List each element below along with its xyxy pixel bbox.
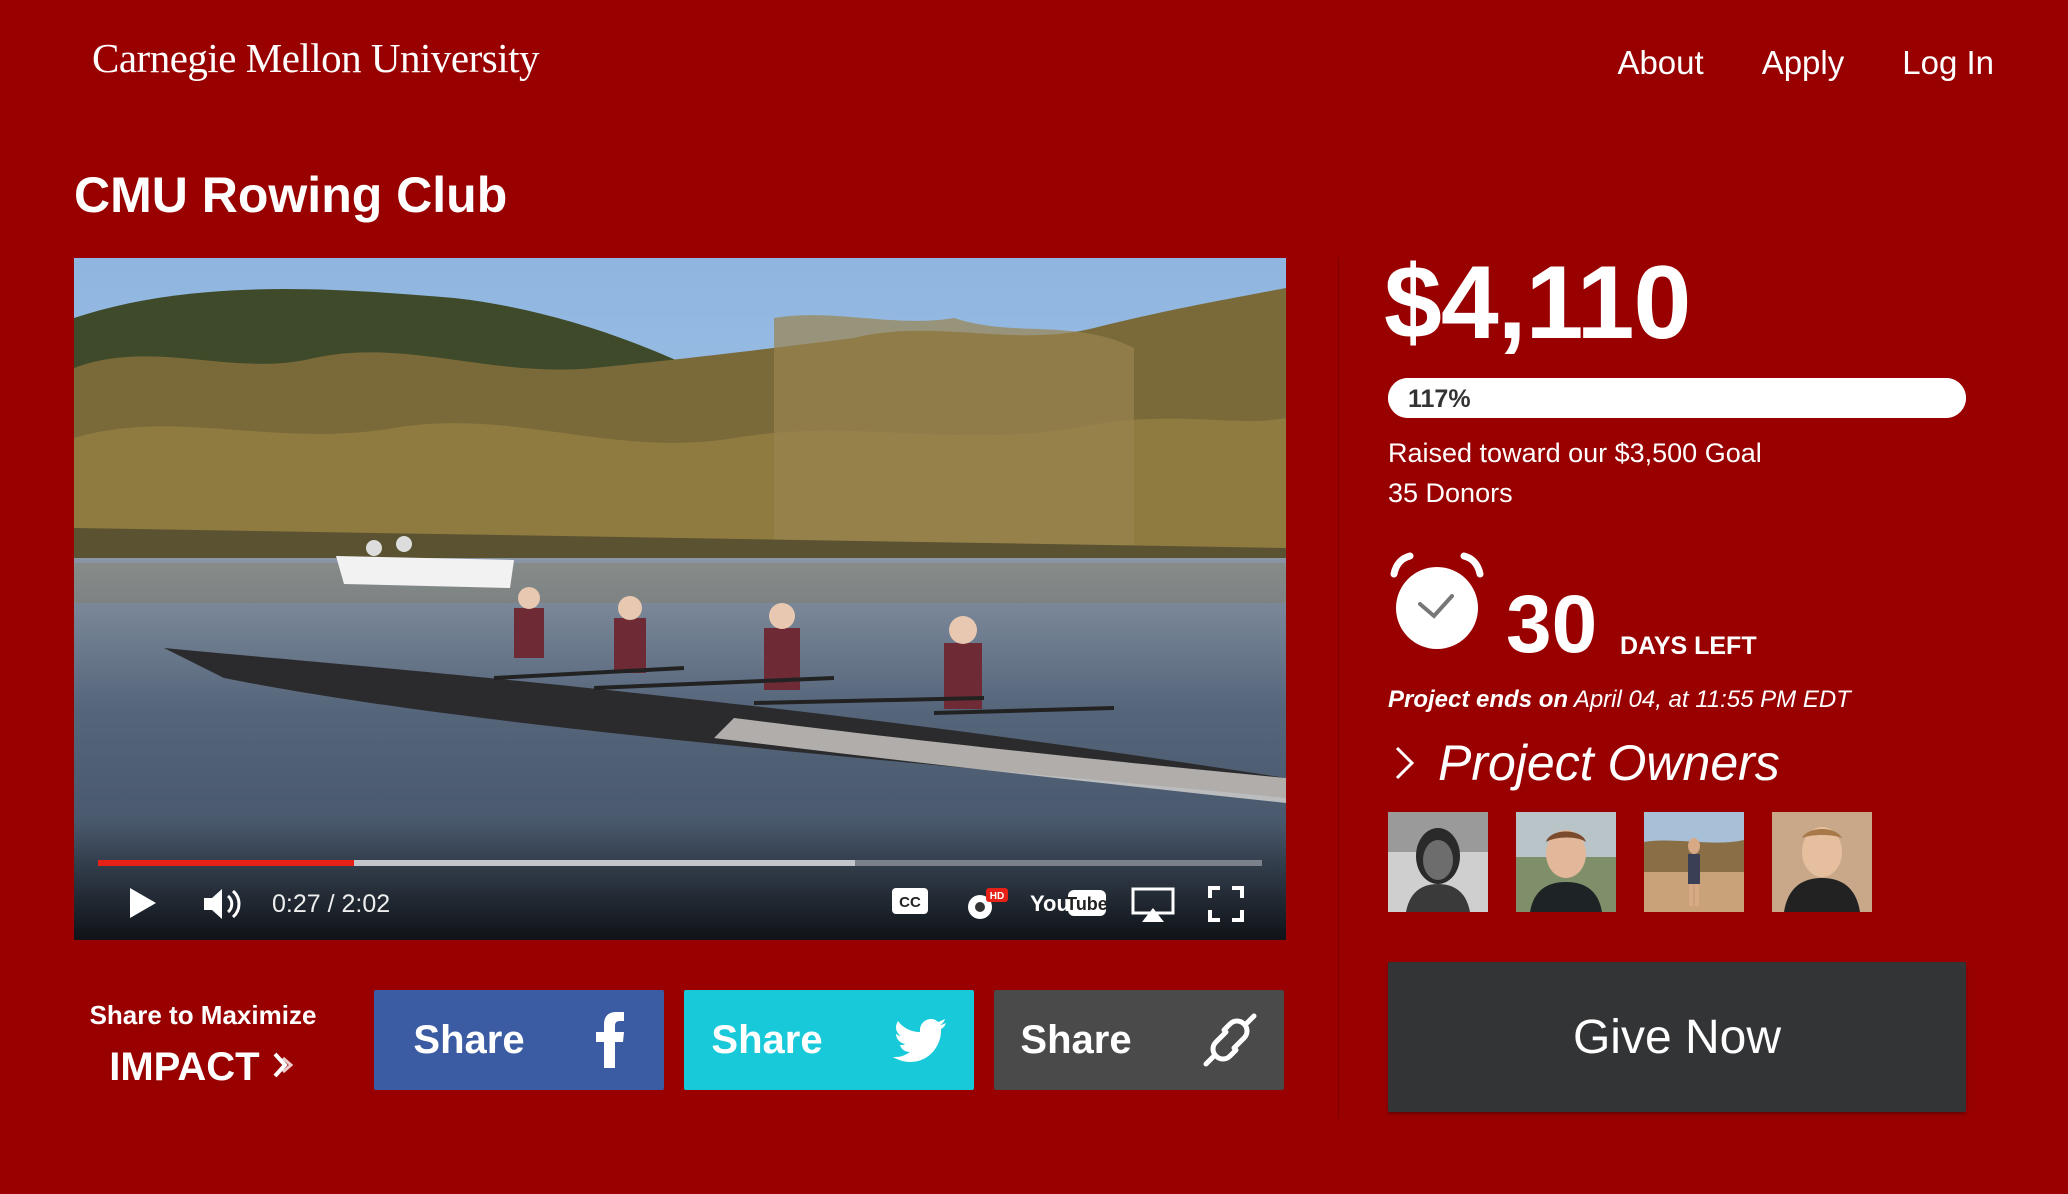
- video-controls-overlay: [74, 820, 1286, 940]
- nav-login[interactable]: Log In: [1902, 44, 1994, 82]
- project-end-value: April 04, at 11:55 PM EDT: [1573, 686, 1851, 713]
- play-icon[interactable]: [128, 886, 158, 920]
- owner-avatar[interactable]: [1388, 812, 1488, 912]
- svg-text:HD: HD: [990, 891, 1004, 902]
- owner-avatar[interactable]: [1772, 812, 1872, 912]
- share-twitter-label: Share: [711, 1017, 823, 1062]
- top-nav: About Apply Log In: [1617, 44, 1994, 82]
- project-end-label: Project ends on: [1388, 686, 1569, 713]
- share-link-label: Share: [1020, 1017, 1132, 1062]
- share-label-line2: IMPACT: [80, 1045, 326, 1090]
- project-end-date: Project ends on April 04, at 11:55 PM ED…: [1388, 686, 1851, 714]
- share-facebook-button[interactable]: Share: [374, 990, 664, 1090]
- page-title: CMU Rowing Club: [74, 167, 508, 223]
- give-now-button[interactable]: Give Now: [1388, 962, 1966, 1112]
- settings-icon[interactable]: HD: [962, 886, 1010, 924]
- link-icon: [1203, 1013, 1257, 1067]
- youtube-logo-icon[interactable]: You Tube: [1028, 886, 1108, 920]
- project-owners-toggle[interactable]: Project Owners: [1394, 734, 1780, 792]
- video-player[interactable]: 0:27 / 2:02 CC HD You Tube: [74, 258, 1286, 940]
- captions-icon[interactable]: CC: [890, 886, 930, 916]
- facebook-icon: [595, 1012, 624, 1068]
- nav-apply[interactable]: Apply: [1762, 44, 1845, 82]
- chevron-right-icon: [1395, 746, 1415, 780]
- amount-raised: $4,110: [1384, 245, 1691, 361]
- donor-count: 35 Donors: [1388, 478, 1513, 508]
- project-owners-list: [1388, 812, 1872, 912]
- svg-text:Tube: Tube: [1066, 894, 1108, 914]
- volume-icon[interactable]: [202, 886, 244, 922]
- impact-text: IMPACT: [109, 1045, 260, 1089]
- chevron-right-icon: [273, 1052, 294, 1078]
- share-facebook-label: Share: [413, 1017, 525, 1062]
- share-label: Share to Maximize IMPACT: [80, 1000, 326, 1090]
- svg-text:You: You: [1030, 891, 1070, 916]
- funding-progress-fill: [1388, 378, 1966, 418]
- goal-text: Raised toward our $3,500 Goal: [1388, 438, 1762, 468]
- twitter-bird-icon: [892, 1019, 946, 1062]
- share-twitter-button[interactable]: Share: [684, 990, 974, 1090]
- alarm-clock-icon: [1390, 552, 1484, 649]
- days-left-number: 30: [1506, 579, 1598, 670]
- svg-text:CC: CC: [899, 894, 921, 911]
- column-divider: [1338, 258, 1339, 1118]
- owner-avatar[interactable]: [1644, 812, 1744, 912]
- funding-progress-bar: 117%: [1388, 378, 1966, 418]
- fullscreen-icon[interactable]: [1208, 886, 1244, 922]
- share-link-button[interactable]: Share: [994, 990, 1284, 1090]
- airplay-icon[interactable]: [1130, 886, 1176, 924]
- funding-percent: 117%: [1408, 385, 1471, 413]
- nav-about[interactable]: About: [1617, 44, 1703, 82]
- project-owners-title: Project Owners: [1438, 735, 1780, 791]
- video-played-bar: [98, 860, 355, 866]
- share-label-line1: Share to Maximize: [89, 1000, 317, 1030]
- university-logo[interactable]: Carnegie Mellon University: [92, 34, 540, 82]
- owner-avatar[interactable]: [1516, 812, 1616, 912]
- days-left-label: DAYS LEFT: [1620, 632, 1757, 660]
- video-time: 0:27 / 2:02: [272, 890, 391, 918]
- video-progress-bar[interactable]: [98, 860, 1262, 866]
